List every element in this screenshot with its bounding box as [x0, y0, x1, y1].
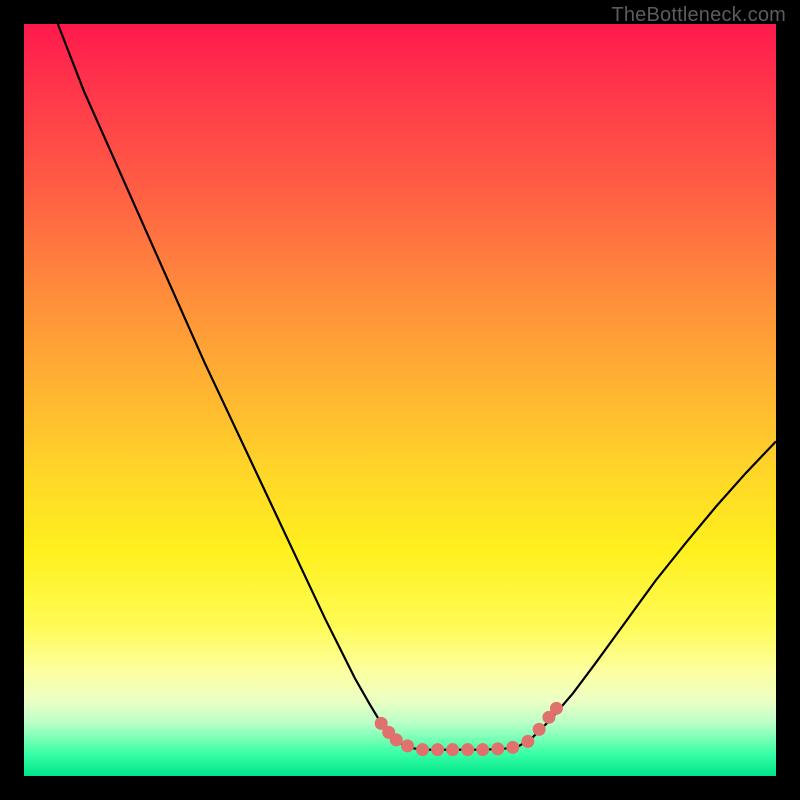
curve-svg: [24, 24, 776, 776]
marker-dot: [416, 743, 429, 756]
marker-dot: [390, 733, 403, 746]
marker-dot: [401, 739, 414, 752]
marker-group: [375, 702, 563, 756]
marker-dot: [491, 742, 504, 755]
marker-dot: [476, 743, 489, 756]
plot-area: [24, 24, 776, 776]
chart-frame: TheBottleneck.com: [0, 0, 800, 800]
marker-dot: [461, 743, 474, 756]
bottleneck-curve: [58, 24, 776, 750]
marker-dot: [533, 723, 546, 736]
attribution-text: TheBottleneck.com: [611, 4, 786, 27]
marker-dot: [506, 741, 519, 754]
marker-dot: [550, 702, 563, 715]
marker-dot: [446, 743, 459, 756]
marker-dot: [521, 735, 534, 748]
marker-dot: [431, 743, 444, 756]
